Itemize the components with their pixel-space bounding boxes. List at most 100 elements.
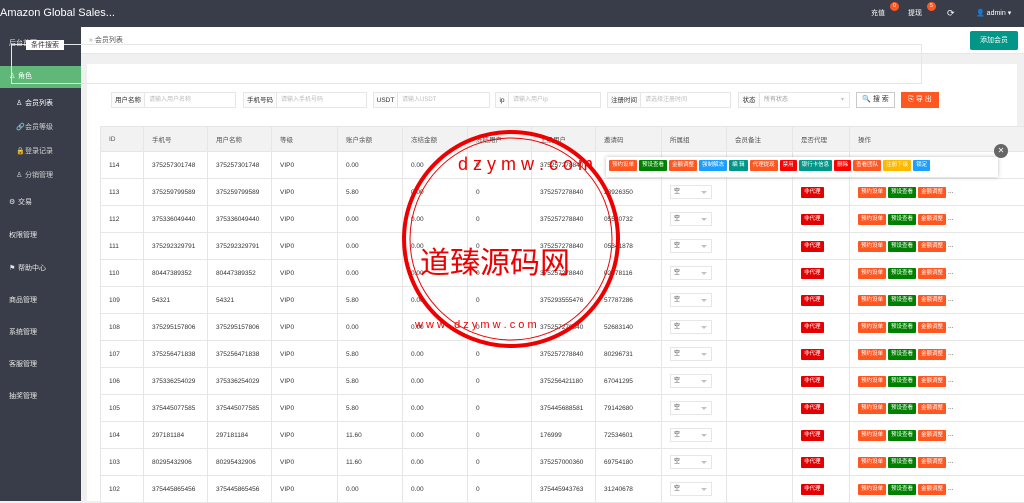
group-select[interactable]: 空 (670, 239, 712, 253)
row-action-button[interactable]: 金额调整 (918, 241, 946, 252)
row-action-button[interactable]: 预设查看 (888, 430, 916, 441)
row-action-button[interactable]: 金额调整 (918, 484, 946, 495)
table-row[interactable]: 1095432154321VIP05.800.00037529355547657… (101, 287, 1024, 314)
more-actions[interactable]: ... (948, 377, 953, 384)
group-select[interactable]: 空 (670, 347, 712, 361)
popup-action-button[interactable]: 禁用 (780, 160, 797, 171)
row-action-button[interactable]: 金额调整 (918, 457, 946, 468)
status-select[interactable]: 所有状态▾ (760, 92, 850, 108)
sidebar-item-member-level[interactable]: 🔗会员等级 (0, 119, 81, 137)
group-select[interactable]: 空 (670, 293, 712, 307)
group-select[interactable]: 空 (670, 185, 712, 199)
more-actions[interactable]: ... (948, 458, 953, 465)
group-select[interactable]: 空 (670, 455, 712, 469)
table-row[interactable]: 105375445077585375445077585VIP05.800.000… (101, 395, 1024, 422)
search-button[interactable]: 🔍 搜 索 (856, 92, 895, 108)
row-action-button[interactable]: 金额调整 (918, 403, 946, 414)
row-action-button[interactable]: 预设查看 (888, 214, 916, 225)
table-row[interactable]: 102375445865456375445865456VIP00.000.000… (101, 476, 1024, 503)
popup-action-button[interactable]: 强制解冻 (699, 160, 727, 171)
more-actions[interactable]: ... (948, 350, 953, 357)
phone-input[interactable]: 请输入手机号码 (277, 92, 367, 108)
sidebar-item-permission[interactable]: 权限管理 (0, 227, 81, 245)
row-action-button[interactable]: 预约设单 (858, 376, 886, 387)
row-action-button[interactable]: 预约设单 (858, 322, 886, 333)
table-row[interactable]: 111375292329791375292329791VIP00.000.000… (101, 233, 1024, 260)
group-select[interactable]: 空 (670, 320, 712, 334)
row-action-button[interactable]: 金额调整 (918, 268, 946, 279)
group-select[interactable]: 空 (670, 374, 712, 388)
row-action-button[interactable]: 预设查看 (888, 457, 916, 468)
row-action-button[interactable]: 预约设单 (858, 403, 886, 414)
popup-action-button[interactable]: 预设查看 (639, 160, 667, 171)
row-action-button[interactable]: 预约设单 (858, 214, 886, 225)
row-action-button[interactable]: 预约设单 (858, 484, 886, 495)
table-row[interactable]: 104297181184297181184VIP011.600.00017699… (101, 422, 1024, 449)
table-row[interactable]: 113375259799589375259799589VIP05.800.000… (101, 179, 1024, 206)
sidebar-item-login-log[interactable]: 🔒登录记录 (0, 143, 81, 161)
row-action-button[interactable]: 预设查看 (888, 268, 916, 279)
row-action-button[interactable]: 预设查看 (888, 403, 916, 414)
more-actions[interactable]: ... (948, 431, 953, 438)
recharge-link[interactable]: 充值 (871, 0, 885, 27)
table-row[interactable]: 112375336049440375336049440VIP00.000.000… (101, 206, 1024, 233)
group-select[interactable]: 空 (670, 428, 712, 442)
ip-input[interactable]: 请输入用户ip (509, 92, 601, 108)
sidebar-item-system[interactable]: 系统管理 (0, 324, 81, 342)
more-actions[interactable]: ... (948, 323, 953, 330)
popup-action-button[interactable]: 查看团队 (853, 160, 881, 171)
row-action-button[interactable]: 预约设单 (858, 349, 886, 360)
row-action-button[interactable]: 预约设单 (858, 295, 886, 306)
sidebar-item-distribution[interactable]: ♙分销管理 (0, 167, 81, 185)
add-member-button[interactable]: 添加会员 (970, 31, 1018, 50)
more-actions[interactable]: ... (948, 269, 953, 276)
group-select[interactable]: 空 (670, 266, 712, 280)
sidebar-item-products[interactable]: 商品管理 (0, 292, 81, 310)
more-actions[interactable]: ... (948, 188, 953, 195)
usdt-input[interactable]: 请输入USDT (398, 92, 490, 108)
more-actions[interactable]: ... (948, 215, 953, 222)
row-action-button[interactable]: 金额调整 (918, 187, 946, 198)
popup-action-button[interactable]: 预约设单 (609, 160, 637, 171)
sidebar-item-support[interactable]: 客服管理 (0, 356, 81, 374)
popup-action-button[interactable]: 代理提现 (750, 160, 778, 171)
sidebar-item-member-list[interactable]: ♙会员列表 (0, 95, 81, 113)
row-action-button[interactable]: 金额调整 (918, 322, 946, 333)
table-row[interactable]: 107375256471838375256471838VIP05.800.000… (101, 341, 1024, 368)
popup-action-button[interactable]: 删除 (834, 160, 851, 171)
row-action-button[interactable]: 预约设单 (858, 430, 886, 441)
row-action-button[interactable]: 预约设单 (858, 268, 886, 279)
group-select[interactable]: 空 (670, 401, 712, 415)
sidebar-item-help[interactable]: ⚑帮助中心 (0, 260, 81, 278)
table-row[interactable]: 1108044738935280447389352VIP00.000.00037… (101, 260, 1024, 287)
table-row[interactable]: 106375336254029375336254029VIP05.800.000… (101, 368, 1024, 395)
register-time-input[interactable]: 请选择注册时间 (641, 92, 731, 108)
popup-action-button[interactable]: 银行卡信息 (799, 160, 833, 171)
refresh-icon[interactable]: ⟳ (947, 0, 955, 27)
row-action-button[interactable]: 预约设单 (858, 187, 886, 198)
popup-action-button[interactable]: 金额调整 (669, 160, 697, 171)
row-action-button[interactable]: 金额调整 (918, 295, 946, 306)
row-action-button[interactable]: 预设查看 (888, 349, 916, 360)
row-action-button[interactable]: 金额调整 (918, 376, 946, 387)
group-select[interactable]: 空 (670, 482, 712, 496)
more-actions[interactable]: ... (948, 485, 953, 492)
export-button[interactable]: ⎘ 导 出 (901, 92, 939, 108)
more-actions[interactable]: ... (948, 404, 953, 411)
row-action-button[interactable]: 预设查看 (888, 376, 916, 387)
close-icon[interactable]: ✕ (994, 144, 1008, 158)
row-action-button[interactable]: 金额调整 (918, 430, 946, 441)
sidebar-item-trade[interactable]: ⚙交易 (0, 194, 81, 212)
table-row[interactable]: 1038029543290680295432906VIP011.600.0003… (101, 449, 1024, 476)
sidebar-item-lottery[interactable]: 抽奖管理 (0, 388, 81, 406)
group-select[interactable]: 空 (670, 212, 712, 226)
popup-action-button[interactable]: 编 辑 (729, 160, 748, 171)
row-action-button[interactable]: 预设查看 (888, 187, 916, 198)
popup-action-button[interactable]: 注册下级 (883, 160, 911, 171)
popup-action-button[interactable]: 锁定 (913, 160, 930, 171)
more-actions[interactable]: ... (948, 296, 953, 303)
row-action-button[interactable]: 预设查看 (888, 295, 916, 306)
row-action-button[interactable]: 预设查看 (888, 241, 916, 252)
row-action-button[interactable]: 预设查看 (888, 484, 916, 495)
username-input[interactable]: 请输入用户名称 (145, 92, 236, 108)
